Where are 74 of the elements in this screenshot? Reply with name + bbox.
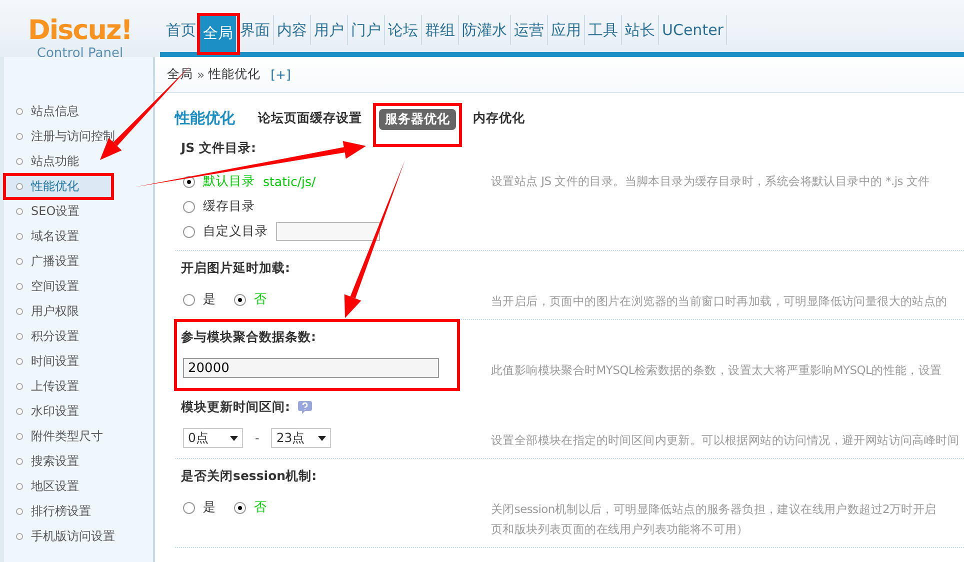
- option-label: 缓存目录: [203, 198, 255, 215]
- setting-label: 开启图片延时加载:: [181, 260, 290, 276]
- setting-label: JS 文件目录:: [181, 140, 256, 156]
- nav-tab[interactable]: 工具: [585, 15, 622, 45]
- nav-tab[interactable]: 全局: [200, 16, 237, 52]
- sidebar-item[interactable]: 注册与访问控制: [4, 124, 153, 149]
- dropdown[interactable]: 23点: [271, 428, 332, 448]
- setting-label: 是否关闭session机制:: [181, 468, 317, 484]
- add-link[interactable]: [+]: [270, 67, 291, 82]
- caret-icon: [230, 436, 238, 440]
- nav-tab[interactable]: 内容: [274, 15, 311, 45]
- option-label: 否: [254, 291, 267, 308]
- radio-button[interactable]: [234, 502, 246, 514]
- sidebar-item[interactable]: 站点功能: [4, 149, 153, 174]
- input-field[interactable]: [276, 222, 380, 241]
- nav-tab[interactable]: 用户: [311, 15, 348, 45]
- setting-description: 关闭session机制以后，可明显降低站点的服务器负担，建议在线用户数超过2万时开启: [491, 501, 936, 518]
- breadcrumb-item[interactable]: 性能优化: [208, 66, 261, 83]
- sidebar-item[interactable]: 积分设置: [4, 324, 153, 349]
- sidebar-item[interactable]: 地区设置: [4, 474, 153, 499]
- dropdown[interactable]: 0点: [183, 428, 243, 448]
- sidebar-item[interactable]: 用户权限: [4, 299, 153, 324]
- sidebar-item[interactable]: 空间设置: [4, 274, 153, 299]
- nav-tab[interactable]: 站长: [622, 15, 659, 45]
- sub-tab[interactable]: 内存优化: [464, 104, 534, 132]
- sidebar-item[interactable]: 水印设置: [4, 399, 153, 424]
- option-path: static/js/: [263, 174, 316, 189]
- radio-button[interactable]: [183, 226, 195, 238]
- nav-tab[interactable]: UCenter: [659, 15, 728, 45]
- setting-description: 设置站点 JS 文件的目录。当脚本目录为缓存目录时，系统会将默认目录中的 *.js 文件: [491, 173, 930, 190]
- radio-button[interactable]: [183, 502, 195, 514]
- setting-description: 页和版块列表页面的在线用户列表功能将不可用）: [491, 521, 750, 538]
- setting-label: 参与模块聚合数据条数:: [181, 328, 316, 346]
- nav-tab[interactable]: 群组: [422, 15, 459, 45]
- help-icon[interactable]: [298, 400, 312, 414]
- input-field[interactable]: 20000: [183, 358, 439, 378]
- radio-button[interactable]: [183, 200, 195, 212]
- sub-tab[interactable]: 服务器优化: [373, 103, 462, 147]
- sidebar-item[interactable]: 上传设置: [4, 374, 153, 399]
- nav-tab[interactable]: 界面: [237, 15, 274, 45]
- sidebar-item[interactable]: 时间设置: [4, 349, 153, 374]
- page-title: 性能优化: [175, 108, 235, 128]
- nav-tab[interactable]: 门户: [348, 15, 385, 45]
- breadcrumb-separator: »: [197, 67, 205, 82]
- sidebar-item[interactable]: 广播设置: [4, 249, 153, 274]
- sub-tab[interactable]: 论坛页面缓存设置: [249, 104, 371, 132]
- option-label: 自定义目录: [203, 223, 268, 240]
- setting-description: 当开启后，页面中的图片在浏览器的当前窗口时再加载，可明显降低访问量很大的站点的: [491, 293, 948, 310]
- setting-description: 此值影响模块聚合时MYSQL检索数据的条数，设置太大将严重影响MYSQL的性能，设置: [491, 362, 942, 379]
- setting-description: 设置全部模块在指定的时间区间内更新。可以根据网站的访问情况，避开网站访问高峰时间: [491, 432, 960, 449]
- nav-tab[interactable]: 防灌水: [459, 15, 511, 45]
- radio-button[interactable]: [234, 294, 246, 306]
- sidebar-item[interactable]: 附件类型尺寸: [4, 424, 153, 449]
- sidebar-item[interactable]: SEO设置: [4, 199, 153, 224]
- breadcrumb-item[interactable]: 全局: [167, 66, 193, 83]
- sidebar-item[interactable]: 性能优化: [4, 174, 113, 199]
- sidebar-item[interactable]: 搜索设置: [4, 449, 153, 474]
- setting-label: 模块更新时间区间:: [181, 398, 290, 416]
- sidebar-item[interactable]: 排行榜设置: [4, 499, 153, 524]
- sidebar-item[interactable]: 手机版访问设置: [4, 524, 153, 549]
- logo-subtitle: Control Panel: [36, 46, 124, 62]
- nav-tab[interactable]: 运营: [511, 15, 548, 45]
- option-label: 默认目录: [203, 173, 255, 190]
- sidebar-item[interactable]: 域名设置: [4, 224, 153, 249]
- caret-icon: [318, 436, 326, 440]
- option-label: 是: [203, 291, 216, 308]
- logo: Discuz!: [28, 16, 132, 46]
- sidebar-item[interactable]: 站点信息: [4, 99, 153, 124]
- nav-tab[interactable]: 应用: [548, 15, 585, 45]
- option-label: 否: [254, 499, 267, 516]
- range-separator: -: [255, 431, 260, 445]
- nav-tab[interactable]: 论坛: [385, 15, 422, 45]
- option-label: 是: [203, 499, 216, 516]
- radio-button[interactable]: [183, 294, 195, 306]
